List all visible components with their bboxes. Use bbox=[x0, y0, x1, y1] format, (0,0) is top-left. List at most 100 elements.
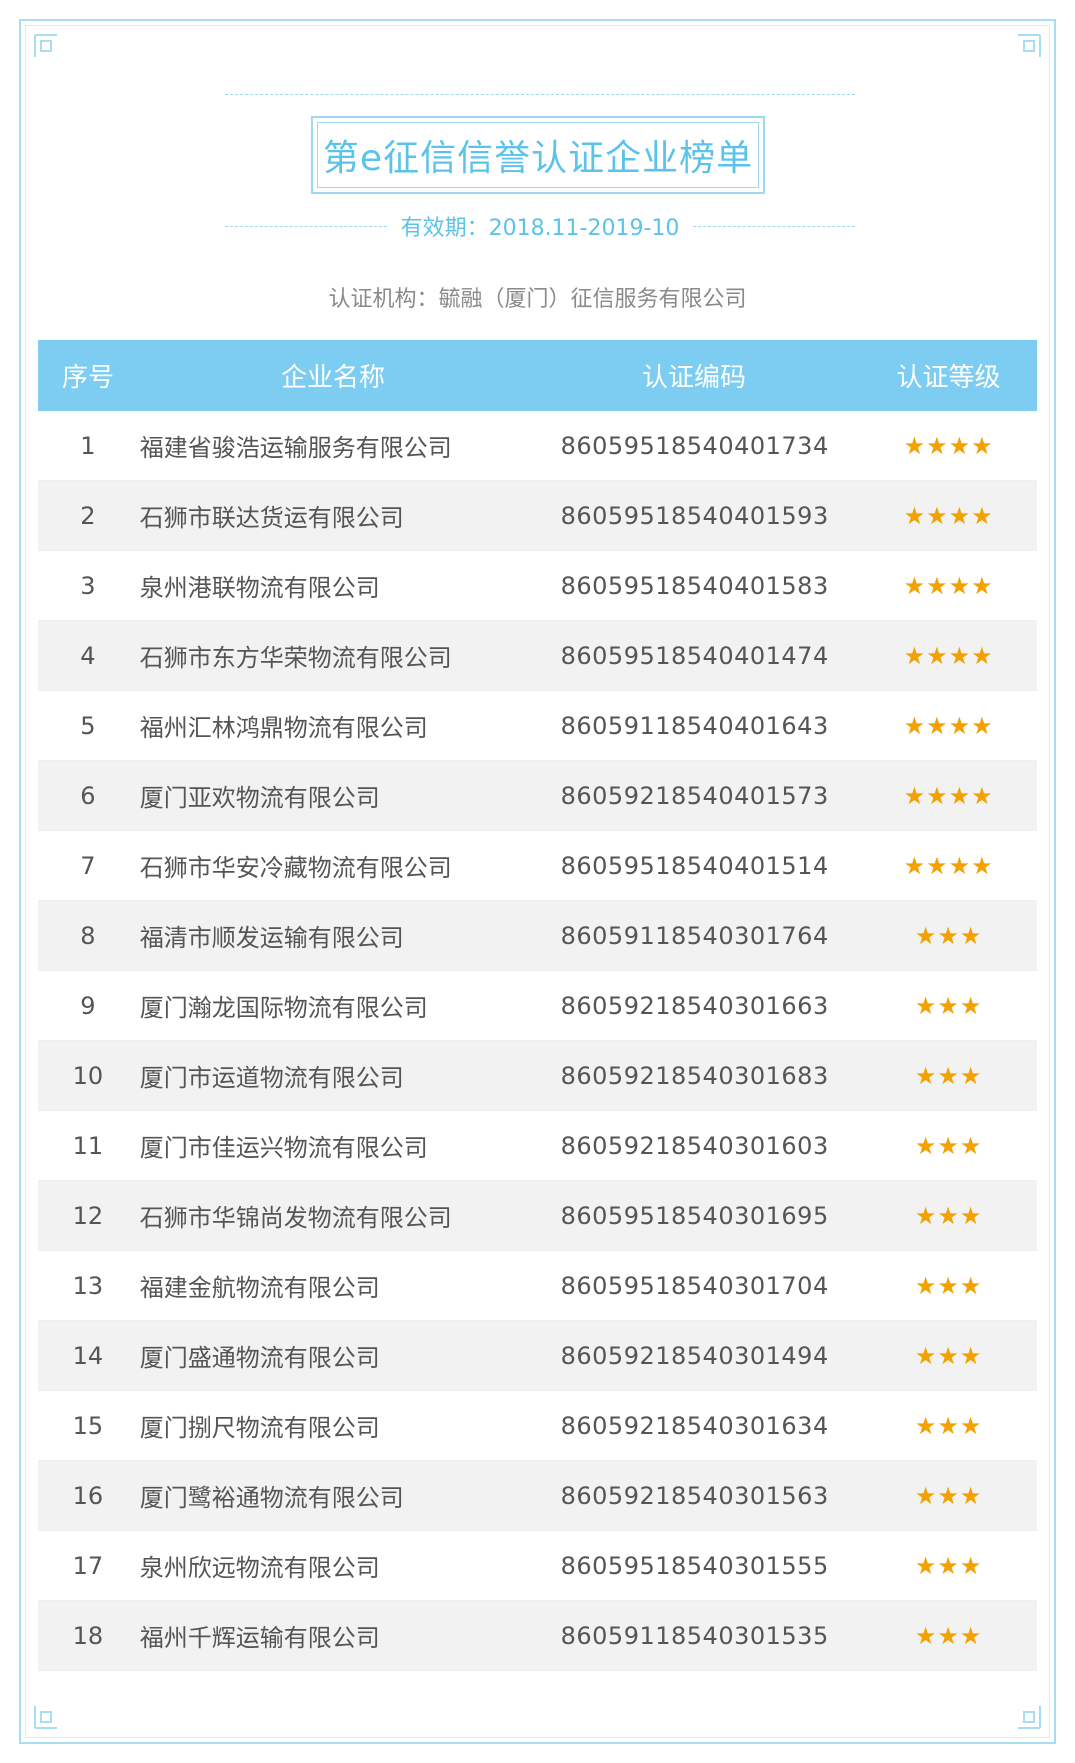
certification-code: 86059218540301683 bbox=[560, 1061, 829, 1090]
company-name: 福建金航物流有限公司 bbox=[139, 1274, 380, 1302]
company-name: 石狮市华安冷藏物流有限公司 bbox=[139, 854, 452, 882]
validity-divider-left bbox=[225, 225, 387, 227]
row-number: 11 bbox=[72, 1131, 104, 1160]
rating-stars: ★★★ bbox=[914, 921, 983, 950]
rating-stars: ★★★★ bbox=[903, 781, 994, 810]
row-number: 10 bbox=[72, 1061, 104, 1090]
certification-code: 86059518540301695 bbox=[560, 1201, 829, 1230]
table-row: 9 厦门瀚龙国际物流有限公司 86059218540301663 ★★★ bbox=[38, 971, 1037, 1041]
certification-code: 86059118540401643 bbox=[560, 711, 829, 740]
column-header-name: 企业名称 bbox=[280, 363, 385, 393]
company-name: 厦门市运道物流有限公司 bbox=[139, 1064, 404, 1092]
column-header-no: 序号 bbox=[61, 363, 114, 393]
row-number: 3 bbox=[80, 571, 96, 600]
row-number: 1 bbox=[80, 431, 96, 460]
rating-stars: ★★★ bbox=[914, 1131, 983, 1160]
certification-code: 86059118540301764 bbox=[560, 921, 829, 950]
row-number: 17 bbox=[72, 1551, 104, 1580]
company-name: 福州千辉运输有限公司 bbox=[139, 1624, 380, 1652]
table-row: 1 福建省骏浩运输服务有限公司 86059518540401734 ★★★★ bbox=[38, 411, 1037, 481]
column-header-code: 认证编码 bbox=[641, 363, 746, 393]
issuer-text: 认证机构：毓融（厦门）征信服务有限公司 bbox=[328, 287, 747, 312]
rating-stars: ★★★ bbox=[914, 1061, 983, 1090]
row-number: 2 bbox=[80, 501, 96, 530]
certification-code: 86059218540301494 bbox=[560, 1341, 829, 1370]
certification-code: 86059218540301634 bbox=[560, 1411, 829, 1440]
table-row: 7 石狮市华安冷藏物流有限公司 86059518540401514 ★★★★ bbox=[38, 831, 1037, 901]
rating-stars: ★★★ bbox=[914, 1621, 983, 1650]
title-box: 第e征信信誉认证企业榜单 bbox=[311, 116, 765, 194]
table-body: 1 福建省骏浩运输服务有限公司 86059518540401734 ★★★★ 2 石狮市联… bbox=[38, 411, 1037, 1671]
rating-stars: ★★★★ bbox=[903, 571, 994, 600]
table-row: 10 厦门市运道物流有限公司 86059218540301683 ★★★ bbox=[38, 1041, 1037, 1111]
certification-code: 86059218540401573 bbox=[560, 781, 829, 810]
table-row: 2 石狮市联达货运有限公司 86059518540401593 ★★★★ bbox=[38, 481, 1037, 551]
row-number: 9 bbox=[80, 991, 96, 1020]
rating-stars: ★★★ bbox=[914, 1341, 983, 1370]
rating-stars: ★★★ bbox=[914, 1201, 983, 1230]
rating-stars: ★★★ bbox=[914, 1481, 983, 1510]
company-name: 石狮市华锦尚发物流有限公司 bbox=[139, 1204, 452, 1232]
validity-divider-right bbox=[693, 225, 855, 227]
column-header-level: 认证等级 bbox=[896, 363, 1001, 393]
table-row: 16 厦门鹭裕通物流有限公司 86059218540301563 ★★★ bbox=[38, 1461, 1037, 1531]
row-number: 7 bbox=[80, 851, 96, 880]
table-row: 8 福清市顺发运输有限公司 86059118540301764 ★★★ bbox=[38, 901, 1037, 971]
certification-code: 86059518540301555 bbox=[560, 1551, 829, 1580]
table-row: 5 福州汇林鸿鼎物流有限公司 86059118540401643 ★★★★ bbox=[38, 691, 1037, 761]
title-box-inner: 第e征信信誉认证企业榜单 bbox=[317, 122, 759, 188]
certification-code: 86059218540301563 bbox=[560, 1481, 829, 1510]
company-name: 厦门瀚龙国际物流有限公司 bbox=[139, 994, 428, 1022]
certification-code: 86059518540301704 bbox=[560, 1271, 829, 1300]
row-number: 14 bbox=[72, 1341, 104, 1370]
row-number: 18 bbox=[72, 1621, 104, 1650]
company-name: 泉州欣远物流有限公司 bbox=[139, 1554, 380, 1582]
table-row: 6 厦门亚欢物流有限公司 86059218540401573 ★★★★ bbox=[38, 761, 1037, 831]
row-number: 13 bbox=[72, 1271, 104, 1300]
table-row: 18 福州千辉运输有限公司 86059118540301535 ★★★ bbox=[38, 1601, 1037, 1671]
certification-code: 86059218540301663 bbox=[560, 991, 829, 1020]
validity-row: 有效期：2018.11-2019-10 bbox=[225, 211, 855, 241]
certification-code: 86059518540401593 bbox=[560, 501, 829, 530]
table-row: 13 福建金航物流有限公司 86059518540301704 ★★★ bbox=[38, 1251, 1037, 1321]
row-number: 12 bbox=[72, 1201, 104, 1230]
company-name: 厦门市佳运兴物流有限公司 bbox=[139, 1134, 428, 1162]
rating-stars: ★★★ bbox=[914, 991, 983, 1020]
company-name: 福州汇林鸿鼎物流有限公司 bbox=[139, 714, 428, 742]
validity-period: 有效期：2018.11-2019-10 bbox=[400, 216, 680, 241]
company-name: 福建省骏浩运输服务有限公司 bbox=[139, 434, 452, 462]
table-row: 4 石狮市东方华荣物流有限公司 86059518540401474 ★★★★ bbox=[38, 621, 1037, 691]
row-number: 4 bbox=[80, 641, 96, 670]
company-name: 厦门盛通物流有限公司 bbox=[139, 1344, 380, 1372]
certification-code: 86059518540401474 bbox=[560, 641, 829, 670]
certification-code: 86059218540301603 bbox=[560, 1131, 829, 1160]
row-number: 16 bbox=[72, 1481, 104, 1510]
certification-code: 86059118540301535 bbox=[560, 1621, 829, 1650]
rating-stars: ★★★★ bbox=[903, 711, 994, 740]
table-row: 3 泉州港联物流有限公司 86059518540401583 ★★★★ bbox=[38, 551, 1037, 621]
table-header: 序号 企业名称 认证编码 认证等级 bbox=[38, 340, 1037, 411]
certification-code: 86059518540401583 bbox=[560, 571, 829, 600]
company-name: 厦门鹭裕通物流有限公司 bbox=[139, 1484, 404, 1512]
company-name: 厦门亚欢物流有限公司 bbox=[139, 784, 380, 812]
table-row: 15 厦门捌尺物流有限公司 86059218540301634 ★★★ bbox=[38, 1391, 1037, 1461]
certification-code: 86059518540401734 bbox=[560, 431, 829, 460]
table-row: 12 石狮市华锦尚发物流有限公司 86059518540301695 ★★★ bbox=[38, 1181, 1037, 1251]
company-name: 石狮市联达货运有限公司 bbox=[139, 504, 404, 532]
rating-stars: ★★★★ bbox=[903, 431, 994, 460]
rating-stars: ★★★ bbox=[914, 1411, 983, 1440]
company-name: 福清市顺发运输有限公司 bbox=[139, 924, 404, 952]
table-row: 11 厦门市佳运兴物流有限公司 86059218540301603 ★★★ bbox=[38, 1111, 1037, 1181]
rating-stars: ★★★ bbox=[914, 1551, 983, 1580]
row-number: 6 bbox=[80, 781, 96, 810]
company-name: 泉州港联物流有限公司 bbox=[139, 574, 380, 602]
table-row: 14 厦门盛通物流有限公司 86059218540301494 ★★★ bbox=[38, 1321, 1037, 1391]
ranking-table: 序号 企业名称 认证编码 认证等级 1 福建省骏浩运输服务有限公司 86059518… bbox=[38, 340, 1037, 1671]
row-number: 15 bbox=[72, 1411, 104, 1440]
row-number: 5 bbox=[80, 711, 96, 740]
company-name: 石狮市东方华荣物流有限公司 bbox=[139, 644, 452, 672]
table-row: 17 泉州欣远物流有限公司 86059518540301555 ★★★ bbox=[38, 1531, 1037, 1601]
rating-stars: ★★★★ bbox=[903, 851, 994, 880]
rating-stars: ★★★ bbox=[914, 1271, 983, 1300]
rating-stars: ★★★★ bbox=[903, 641, 994, 670]
